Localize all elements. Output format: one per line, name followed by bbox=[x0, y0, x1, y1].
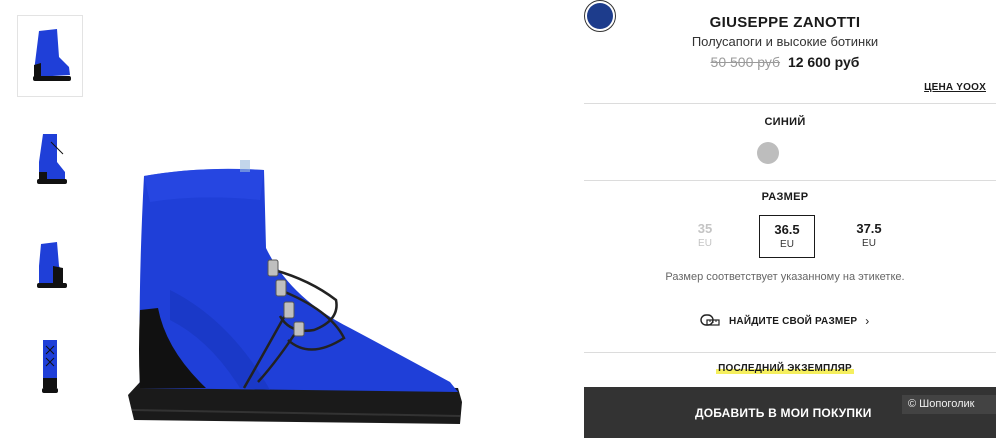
size-value: 35 bbox=[697, 221, 713, 236]
chevron-right-icon: › bbox=[865, 314, 870, 328]
size-option-35[interactable]: 35 EU bbox=[677, 215, 733, 258]
yoox-price-link[interactable]: ЦЕНА YOOX bbox=[924, 82, 986, 93]
thumbnail-2[interactable] bbox=[17, 119, 83, 201]
tape-measure-icon bbox=[700, 313, 720, 330]
price-row: 50 500 руб 12 600 руб bbox=[584, 54, 986, 70]
product-info-panel: GIUSEPPE ZANOTTI Полусапоги и высокие бо… bbox=[584, 0, 996, 438]
last-item-notice: ПОСЛЕДНИЙ ЭКЗЕМПЛЯР bbox=[584, 363, 986, 374]
old-price: 50 500 руб bbox=[710, 54, 781, 70]
boot-front-thumbnail-image bbox=[42, 340, 58, 393]
brand-name[interactable]: GIUSEPPE ZANOTTI bbox=[584, 14, 986, 31]
size-fit-note: Размер соответствует указанному на этике… bbox=[665, 271, 905, 283]
thumbnail-3[interactable] bbox=[17, 223, 83, 305]
boot-thumbnail-image bbox=[33, 29, 71, 81]
thumbnail-4[interactable] bbox=[17, 327, 83, 409]
divider bbox=[584, 103, 996, 104]
last-item-text: ПОСЛЕДНИЙ ЭКЗЕМПЛЯР bbox=[716, 363, 854, 374]
color-label: СИНИЙ bbox=[764, 116, 806, 128]
find-your-size-link[interactable]: НАЙДИТЕ СВОЙ РАЗМЕР › bbox=[700, 312, 869, 330]
product-category: Полусапоги и высокие ботинки bbox=[691, 34, 879, 49]
add-to-cart-label: ДОБАВИТЬ В МОИ ПОКУПКИ bbox=[695, 405, 872, 420]
size-label: РАЗМЕР bbox=[761, 191, 809, 203]
watermark: © Шопоголик bbox=[902, 395, 996, 414]
size-value: 36.5 bbox=[774, 222, 800, 237]
size-option-36-5[interactable]: 36.5 EU bbox=[759, 215, 815, 258]
boot-side-thumbnail-image bbox=[37, 134, 67, 184]
size-value: 37.5 bbox=[856, 221, 882, 236]
sale-price: 12 600 руб bbox=[787, 54, 860, 70]
find-size-label: НАЙДИТЕ СВОЙ РАЗМЕР bbox=[729, 315, 858, 327]
boot-back-thumbnail-image bbox=[37, 242, 67, 288]
size-unit: EU bbox=[698, 238, 712, 249]
divider bbox=[584, 352, 996, 353]
main-product-image[interactable] bbox=[110, 120, 490, 438]
size-option-37-5[interactable]: 37.5 EU bbox=[841, 215, 897, 258]
grey-color-swatch[interactable] bbox=[757, 142, 779, 164]
size-unit: EU bbox=[862, 238, 876, 249]
thumbnail-1[interactable] bbox=[17, 15, 83, 97]
divider bbox=[584, 180, 996, 181]
size-unit: EU bbox=[780, 239, 794, 250]
